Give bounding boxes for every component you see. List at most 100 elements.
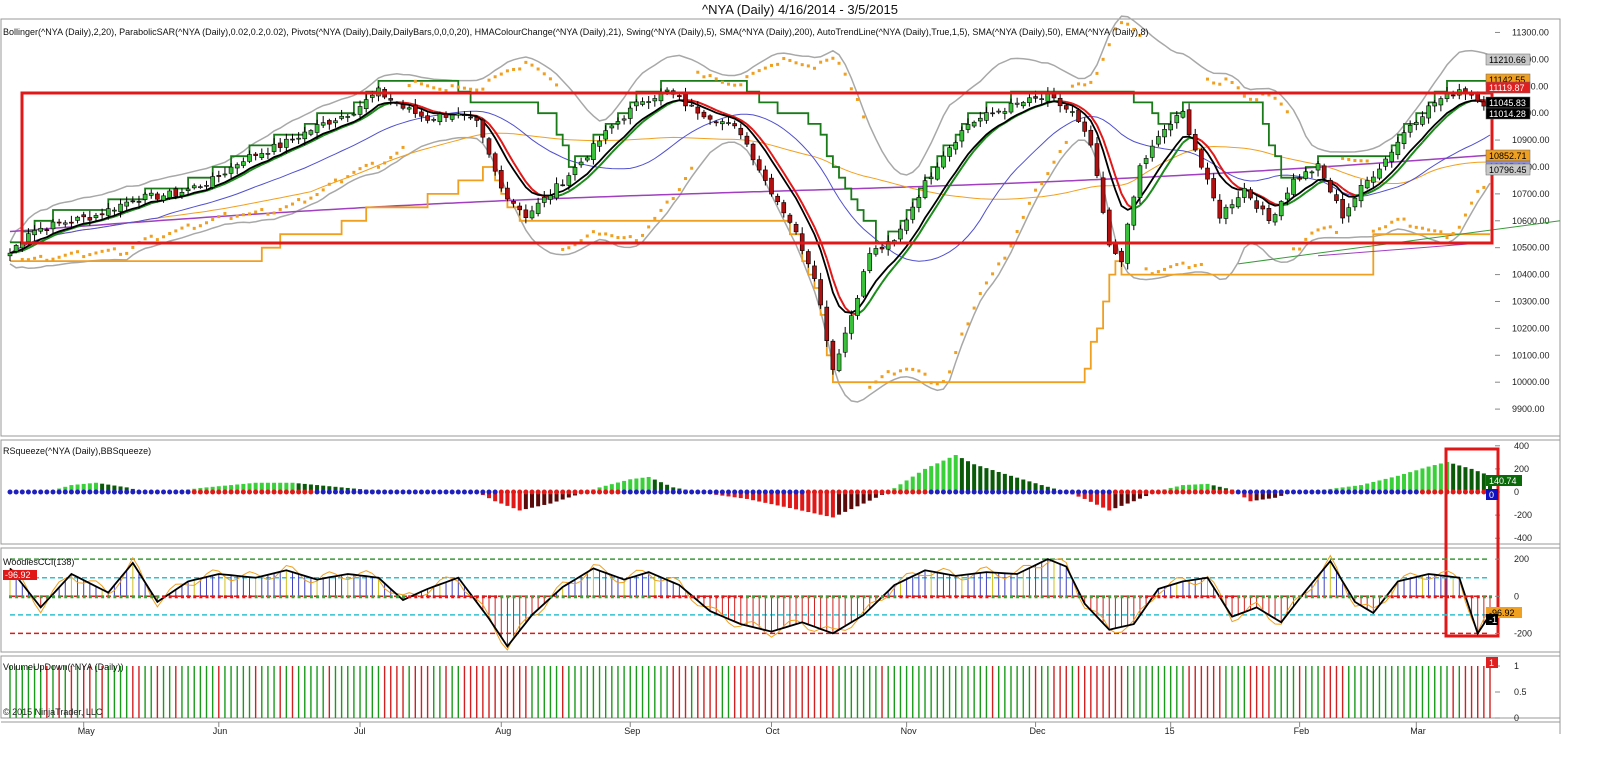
candle-up [7,252,13,257]
squeeze-dot [916,489,922,495]
parabolic-sar-dot [33,256,37,260]
squeeze-bar [1475,471,1480,492]
volume-panel-frame [0,655,1561,719]
parabolic-sar-dot [1064,140,1068,144]
parabolic-sar-dot [978,292,982,296]
cci-zero-marker [1231,595,1235,599]
cci-zero-marker [279,595,283,599]
candle-down [486,138,492,155]
candle-up [836,353,842,371]
squeeze-dot [369,489,375,495]
parabolic-sar-dot [690,166,694,170]
squeeze-dot [983,489,989,495]
cci-zero-marker [1188,595,1192,599]
squeeze-dot [130,489,136,495]
squeeze-dot [1063,489,1069,495]
candle-up [554,183,559,199]
candle-up [959,130,965,142]
cci-zero-marker [1372,595,1376,599]
parabolic-sar-dot [1199,262,1203,266]
parabolic-sar-dot [1439,230,1443,234]
cci-zero-marker [402,595,406,599]
candle-up [572,167,578,176]
copyright-text: © 2015 NinjaTrader, LLC [3,707,103,717]
parabolic-sar-dot [82,255,86,259]
parabolic-sar-dot [505,69,509,73]
price-axis-label: 10700.00 [1512,189,1550,199]
squeeze-dot [879,489,885,495]
candle-down [701,111,707,118]
squeeze-dot [437,489,443,495]
cci-zero-marker [997,595,1001,599]
squeeze-bar [1420,468,1425,492]
candle-up [1420,116,1425,125]
squeeze-dot [1413,489,1419,495]
squeeze-dot [1358,489,1364,495]
candle-up [566,175,572,186]
squeeze-bar [1432,465,1437,492]
cci-zero-marker [9,595,12,599]
parabolic-sar-dot [180,226,184,230]
parabolic-sar-dot [1175,263,1179,267]
parabolic-sar-dot [1255,98,1259,102]
cci-zero-marker [930,595,934,599]
candle-down [413,104,418,114]
cci-zero-marker [1452,595,1456,599]
cci-zero-marker [1224,595,1228,599]
cci-zero-marker [475,595,479,599]
squeeze-dot [560,489,566,495]
candle-down [738,127,744,136]
squeeze-dot [1364,489,1370,495]
parabolic-sar-dot [960,332,964,336]
parabolic-sar-dot [100,249,104,253]
cci-zero-marker [137,595,141,599]
cci-zero-marker [346,595,350,599]
chart-canvas[interactable]: 11300.0011200.0011100.0011000.0010900.00… [0,0,1600,771]
squeeze-dot [351,489,357,495]
x-axis-label: Aug [495,726,511,736]
candle-up [161,195,166,201]
cci-zero-marker [1163,595,1167,599]
candle-up [1407,124,1413,133]
squeeze-dot [1315,489,1321,495]
cci-zero-marker [1482,595,1486,599]
squeeze-dot [695,489,701,495]
cci-zero-marker [1046,595,1050,599]
cci-zero-marker [629,595,633,599]
candle-up [541,197,547,203]
squeeze-dot [1094,489,1100,495]
candle-down [173,188,179,197]
squeeze-dot [934,489,940,495]
candle-up [977,117,983,122]
candle-up [904,219,909,231]
parabolic-sar-dot [1482,185,1486,189]
parabolic-sar-dot [591,230,595,234]
parabolic-sar-dot [370,161,374,165]
squeeze-dot [418,489,424,495]
cci-zero-marker [721,595,725,599]
parabolic-sar-dot [1402,217,1406,221]
parabolic-sar-dot [935,382,939,386]
cci-zero-marker [1059,595,1063,599]
cci-zero-marker [1446,595,1450,599]
parabolic-sar-dot [1021,215,1025,219]
cci-indicator-label: WoodiesCCI(138) [3,557,74,567]
parabolic-sar-dot [677,188,681,192]
cci-zero-marker [1009,595,1013,599]
parabolic-sar-dot [248,212,252,216]
squeeze-dot [480,489,486,495]
candle-up [320,122,326,126]
cci-zero-marker [39,595,43,599]
squeeze-dot [658,489,664,495]
cci-zero-marker [297,595,301,599]
cci-zero-marker [1034,595,1038,599]
parabolic-sar-dot [886,370,890,374]
price-tag-text: 11045.83 [1489,98,1526,108]
cci-zero-marker [162,595,166,599]
candle-up [26,233,31,242]
cci-zero-marker [1310,595,1314,599]
squeeze-dot [486,489,492,495]
squeeze-axis-label: 200 [1514,464,1529,474]
squeeze-dot [32,489,38,495]
cci-zero-marker [101,595,105,599]
